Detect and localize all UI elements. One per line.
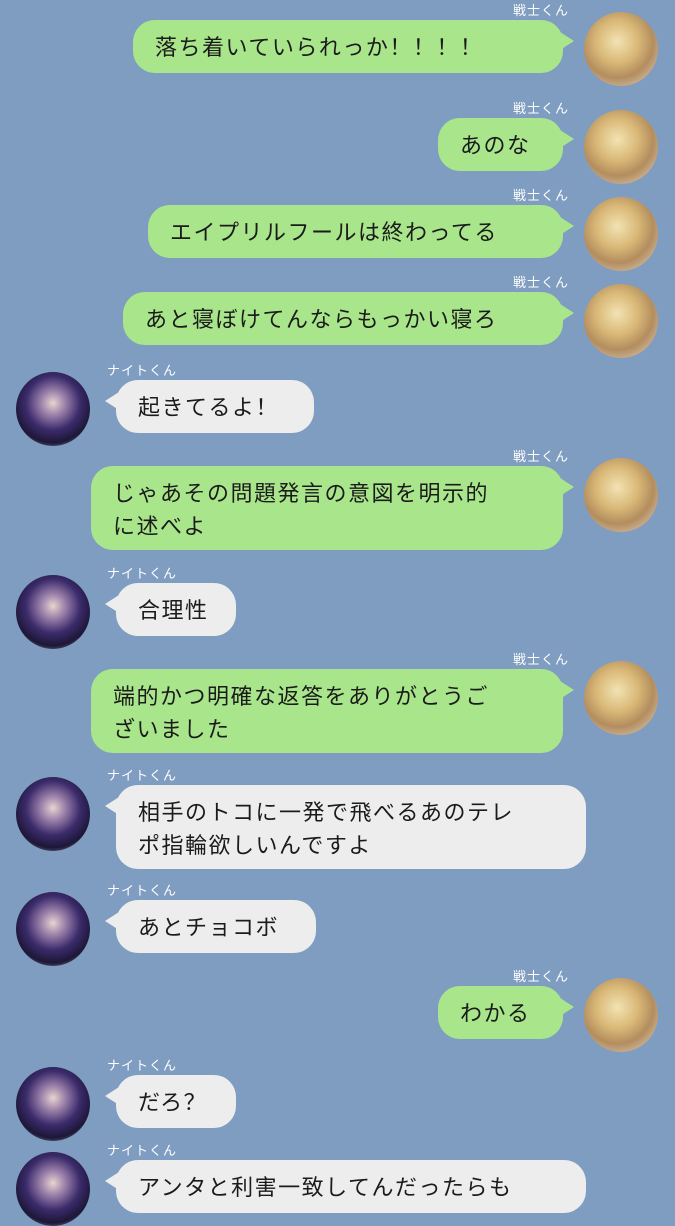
message-text: あのな [460,134,531,159]
blond-character-avatar-icon[interactable] [584,284,658,358]
blond-character-avatar-icon[interactable] [584,12,658,86]
sender-name: 戦士くん [512,4,569,19]
message-bubble[interactable]: 合理性 [105,583,236,636]
message-bubble[interactable]: エイプリルフールは終わってる [148,205,574,258]
message-text: あと寝ぼけてんならもっかい寝ろ [145,308,498,333]
sender-name: 戦士くん [512,102,569,117]
message-bubble[interactable]: 相手のトコに一発で飛べるあのテレ ポ指輪欲しいんですよ [105,785,586,869]
sender-name: 戦士くん [512,189,569,204]
dark-haired-character-avatar-icon[interactable] [16,372,90,446]
sender-name: ナイトくん [107,567,178,582]
message-bubble[interactable]: じゃあその問題発言の意図を明示的 に述べよ [91,466,574,550]
message-text-line: じゃあその問題発言の意図を明示的 [113,482,490,507]
sender-name: ナイトくん [107,1059,178,1074]
message-text: エイプリルフールは終わってる [170,221,498,246]
sender-name: ナイトくん [107,364,178,379]
dark-haired-character-avatar-icon[interactable] [16,1067,90,1141]
message-text: あとチョコボ [138,916,280,941]
sender-name: 戦士くん [512,970,569,985]
message-text: 合理性 [138,599,209,624]
blond-character-avatar-icon[interactable] [584,197,658,271]
message-text: アンタと利害一致してんだったらも [138,1176,513,1201]
message-bubble[interactable]: あとチョコボ [105,900,316,953]
message-bubble[interactable]: アンタと利害一致してんだったらも [105,1160,586,1213]
sender-name: ナイトくん [107,769,178,784]
message-bubble[interactable]: 起きてるよ！ [105,380,314,433]
sender-name: 戦士くん [512,653,569,668]
message-bubble[interactable]: 落ち着いていられっか！！！！ [133,20,574,73]
message-text: 落ち着いていられっか！！！！ [155,36,484,61]
blond-character-avatar-icon[interactable] [584,978,658,1052]
blond-character-avatar-icon[interactable] [584,458,658,532]
message-bubble[interactable]: あと寝ぼけてんならもっかい寝ろ [123,292,574,345]
message-bubble[interactable]: だろ？ [105,1075,236,1128]
sender-name: 戦士くん [512,450,569,465]
blond-character-avatar-icon[interactable] [584,661,658,735]
dark-haired-character-avatar-icon[interactable] [16,892,90,966]
message-bubble[interactable]: わかる [438,986,574,1039]
sender-name: 戦士くん [512,276,569,291]
dark-haired-character-avatar-icon[interactable] [16,1152,90,1226]
chat-area[interactable]: 戦士くん 落ち着いていられっか！！！！ 戦士くん あのな 戦士くん エイプリルフ… [0,0,675,1226]
message-text: 起きてるよ！ [138,396,280,421]
message-text-line: ざいました [113,718,231,743]
message-text: だろ？ [138,1091,208,1116]
sender-name: ナイトくん [107,884,178,899]
message-text-line: に述べよ [113,515,208,540]
sender-name: ナイトくん [107,1144,178,1159]
message-text: わかる [460,1002,531,1027]
message-bubble[interactable]: 端的かつ明確な返答をありがとうご ざいました [91,669,574,753]
message-text-line: 相手のトコに一発で飛べるあのテレ [138,801,515,826]
dark-haired-character-avatar-icon[interactable] [16,777,90,851]
message-text-line: ポ指輪欲しいんですよ [138,834,372,859]
dark-haired-character-avatar-icon[interactable] [16,575,90,649]
message-bubble[interactable]: あのな [438,118,574,171]
blond-character-avatar-icon[interactable] [584,110,658,184]
message-text-line: 端的かつ明確な返答をありがとうご [113,685,490,710]
